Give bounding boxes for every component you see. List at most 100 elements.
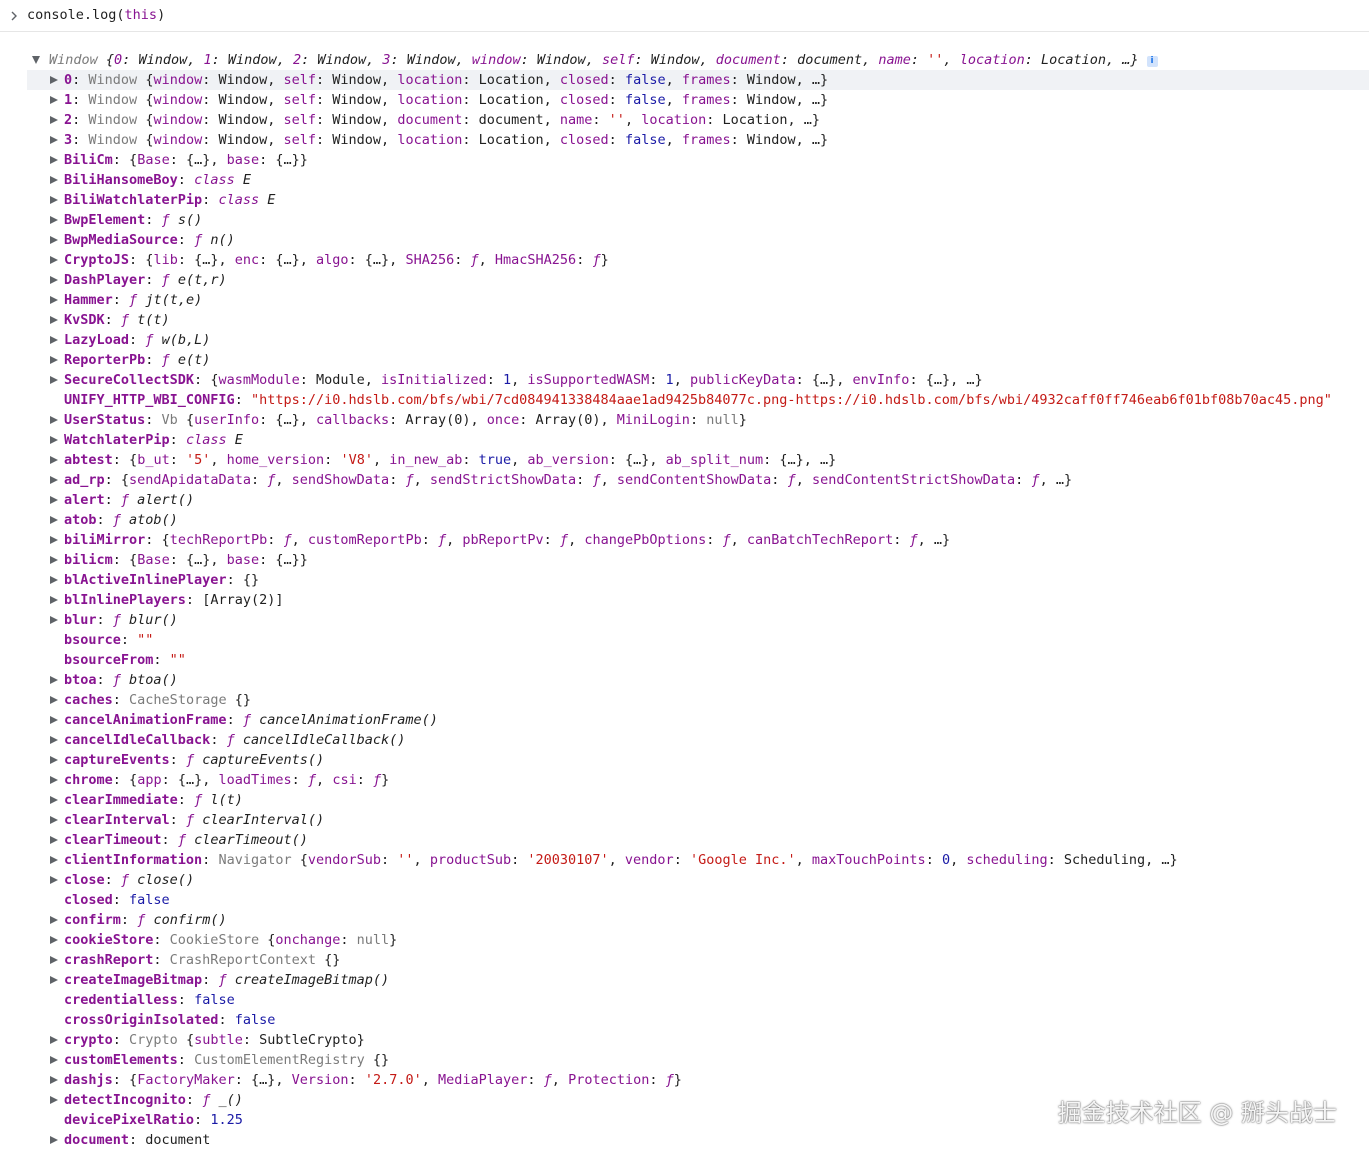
property-row[interactable]: BiliCm: {Base: {…}, base: {…}} bbox=[0, 150, 1369, 170]
property-row[interactable]: ad_rp: {sendApidataData: ƒ, sendShowData… bbox=[0, 470, 1369, 490]
property-row[interactable]: abtest: {b_ut: '5', home_version: 'V8', … bbox=[0, 450, 1369, 470]
expand-triangle-icon[interactable] bbox=[50, 855, 58, 864]
property-row[interactable]: bilicm: {Base: {…}, base: {…}} bbox=[0, 550, 1369, 570]
expand-triangle-icon[interactable] bbox=[50, 795, 58, 804]
expand-triangle-icon[interactable] bbox=[50, 535, 58, 544]
expand-triangle-icon[interactable] bbox=[50, 415, 58, 424]
expand-triangle-icon[interactable] bbox=[50, 375, 58, 384]
expand-triangle-icon[interactable] bbox=[50, 1135, 58, 1144]
expand-triangle-icon[interactable] bbox=[50, 235, 58, 244]
expand-triangle-icon[interactable] bbox=[50, 935, 58, 944]
property-row[interactable]: crashReport: CrashReportContext {} bbox=[0, 950, 1369, 970]
expand-triangle-icon[interactable] bbox=[50, 515, 58, 524]
expand-triangle-icon[interactable] bbox=[50, 155, 58, 164]
expand-triangle-icon[interactable] bbox=[50, 195, 58, 204]
expand-triangle-icon[interactable] bbox=[50, 875, 58, 884]
expand-triangle-icon[interactable] bbox=[50, 575, 58, 584]
property-row[interactable]: atob: ƒ atob() bbox=[0, 510, 1369, 530]
property-row[interactable]: LazyLoad: ƒ w(b,L) bbox=[0, 330, 1369, 350]
property-row[interactable]: captureEvents: ƒ captureEvents() bbox=[0, 750, 1369, 770]
property-row[interactable]: WatchlaterPip: class E bbox=[0, 430, 1369, 450]
property-row[interactable]: clearTimeout: ƒ clearTimeout() bbox=[0, 830, 1369, 850]
expand-triangle-icon[interactable] bbox=[50, 255, 58, 264]
property-row[interactable]: 2: Window {window: Window, self: Window,… bbox=[0, 110, 1369, 130]
property-row[interactable]: blInlinePlayers: [Array(2)] bbox=[0, 590, 1369, 610]
property-row[interactable]: KvSDK: ƒ t(t) bbox=[0, 310, 1369, 330]
expand-triangle-icon[interactable] bbox=[50, 455, 58, 464]
property-row[interactable]: clientInformation: Navigator {vendorSub:… bbox=[0, 850, 1369, 870]
property-row[interactable]: BwpMediaSource: ƒ n() bbox=[0, 230, 1369, 250]
property-row[interactable]: ReporterPb: ƒ e(t) bbox=[0, 350, 1369, 370]
expand-triangle-icon[interactable] bbox=[50, 595, 58, 604]
expand-triangle-icon[interactable] bbox=[50, 475, 58, 484]
property-row[interactable]: document: document bbox=[0, 1130, 1369, 1150]
property-row[interactable]: cancelIdleCallback: ƒ cancelIdleCallback… bbox=[0, 730, 1369, 750]
expand-triangle-icon[interactable] bbox=[50, 1075, 58, 1084]
property-row[interactable]: dashjs: {FactoryMaker: {…}, Version: '2.… bbox=[0, 1070, 1369, 1090]
window-object-header[interactable]: Window {0: Window, 1: Window, 2: Window,… bbox=[0, 50, 1369, 70]
expand-triangle-icon[interactable] bbox=[50, 735, 58, 744]
property-row[interactable]: clearImmediate: ƒ l(t) bbox=[0, 790, 1369, 810]
expand-triangle-icon[interactable] bbox=[50, 915, 58, 924]
expand-triangle-icon[interactable] bbox=[50, 355, 58, 364]
property-row[interactable]: customElements: CustomElementRegistry {} bbox=[0, 1050, 1369, 1070]
expand-triangle-icon[interactable] bbox=[50, 555, 58, 564]
expand-triangle-icon[interactable] bbox=[50, 1055, 58, 1064]
property-row[interactable]: createImageBitmap: ƒ createImageBitmap() bbox=[0, 970, 1369, 990]
property-row[interactable]: DashPlayer: ƒ e(t,r) bbox=[0, 270, 1369, 290]
property-row[interactable]: close: ƒ close() bbox=[0, 870, 1369, 890]
expand-triangle-icon[interactable] bbox=[50, 295, 58, 304]
console-command[interactable]: console.log(this) bbox=[27, 7, 165, 23]
expand-triangle-icon[interactable] bbox=[50, 275, 58, 284]
expand-triangle-icon[interactable] bbox=[50, 335, 58, 344]
expand-triangle-icon[interactable] bbox=[32, 56, 40, 64]
property-row[interactable]: BiliHansomeBoy: class E bbox=[0, 170, 1369, 190]
expand-triangle-icon[interactable] bbox=[50, 775, 58, 784]
expand-triangle-icon[interactable] bbox=[50, 975, 58, 984]
property-row[interactable]: CryptoJS: {lib: {…}, enc: {…}, algo: {…}… bbox=[0, 250, 1369, 270]
property-key: LazyLoad bbox=[64, 332, 130, 348]
expand-triangle-icon[interactable] bbox=[50, 95, 58, 104]
property-value-part: : Location, bbox=[462, 132, 560, 148]
expand-triangle-icon[interactable] bbox=[50, 1095, 58, 1104]
property-row[interactable]: caches: CacheStorage {} bbox=[0, 690, 1369, 710]
property-row[interactable]: chrome: {app: {…}, loadTimes: ƒ, csi: ƒ} bbox=[0, 770, 1369, 790]
expand-triangle-icon[interactable] bbox=[50, 815, 58, 824]
property-row[interactable]: UserStatus: Vb {userInfo: {…}, callbacks… bbox=[0, 410, 1369, 430]
property-row[interactable]: SecureCollectSDK: {wasmModule: Module, i… bbox=[0, 370, 1369, 390]
property-row[interactable]: BiliWatchlaterPip: class E bbox=[0, 190, 1369, 210]
property-row[interactable]: blActiveInlinePlayer: {} bbox=[0, 570, 1369, 590]
property-row[interactable]: cancelAnimationFrame: ƒ cancelAnimationF… bbox=[0, 710, 1369, 730]
property-row[interactable]: confirm: ƒ confirm() bbox=[0, 910, 1369, 930]
expand-triangle-icon[interactable] bbox=[50, 435, 58, 444]
expand-triangle-icon[interactable] bbox=[50, 755, 58, 764]
property-row[interactable]: 1: Window {window: Window, self: Window,… bbox=[0, 90, 1369, 110]
property-value-part: CustomElementRegistry bbox=[194, 1052, 373, 1068]
property-row[interactable]: alert: ƒ alert() bbox=[0, 490, 1369, 510]
expand-triangle-icon[interactable] bbox=[50, 675, 58, 684]
property-row[interactable]: cookieStore: CookieStore {onchange: null… bbox=[0, 930, 1369, 950]
property-row[interactable]: BwpElement: ƒ s() bbox=[0, 210, 1369, 230]
expand-triangle-icon[interactable] bbox=[50, 835, 58, 844]
property-row[interactable]: biliMirror: {techReportPb: ƒ, customRepo… bbox=[0, 530, 1369, 550]
expand-triangle-icon[interactable] bbox=[50, 115, 58, 124]
property-row[interactable]: clearInterval: ƒ clearInterval() bbox=[0, 810, 1369, 830]
expand-triangle-icon[interactable] bbox=[50, 495, 58, 504]
expand-triangle-icon[interactable] bbox=[50, 1035, 58, 1044]
property-row[interactable]: btoa: ƒ btoa() bbox=[0, 670, 1369, 690]
property-row[interactable]: Hammer: ƒ jt(t,e) bbox=[0, 290, 1369, 310]
expand-triangle-icon[interactable] bbox=[50, 175, 58, 184]
expand-triangle-icon[interactable] bbox=[50, 75, 58, 84]
expand-triangle-icon[interactable] bbox=[50, 215, 58, 224]
expand-triangle-icon[interactable] bbox=[50, 695, 58, 704]
property-row[interactable]: crypto: Crypto {subtle: SubtleCrypto} bbox=[0, 1030, 1369, 1050]
info-icon[interactable]: i bbox=[1146, 56, 1158, 67]
property-row[interactable]: 3: Window {window: Window, self: Window,… bbox=[0, 130, 1369, 150]
expand-triangle-icon[interactable] bbox=[50, 135, 58, 144]
expand-triangle-icon[interactable] bbox=[50, 715, 58, 724]
expand-triangle-icon[interactable] bbox=[50, 315, 58, 324]
property-row[interactable]: blur: ƒ blur() bbox=[0, 610, 1369, 630]
expand-triangle-icon[interactable] bbox=[50, 955, 58, 964]
property-row[interactable]: 0: Window {window: Window, self: Window,… bbox=[27, 70, 1369, 90]
expand-triangle-icon[interactable] bbox=[50, 615, 58, 624]
